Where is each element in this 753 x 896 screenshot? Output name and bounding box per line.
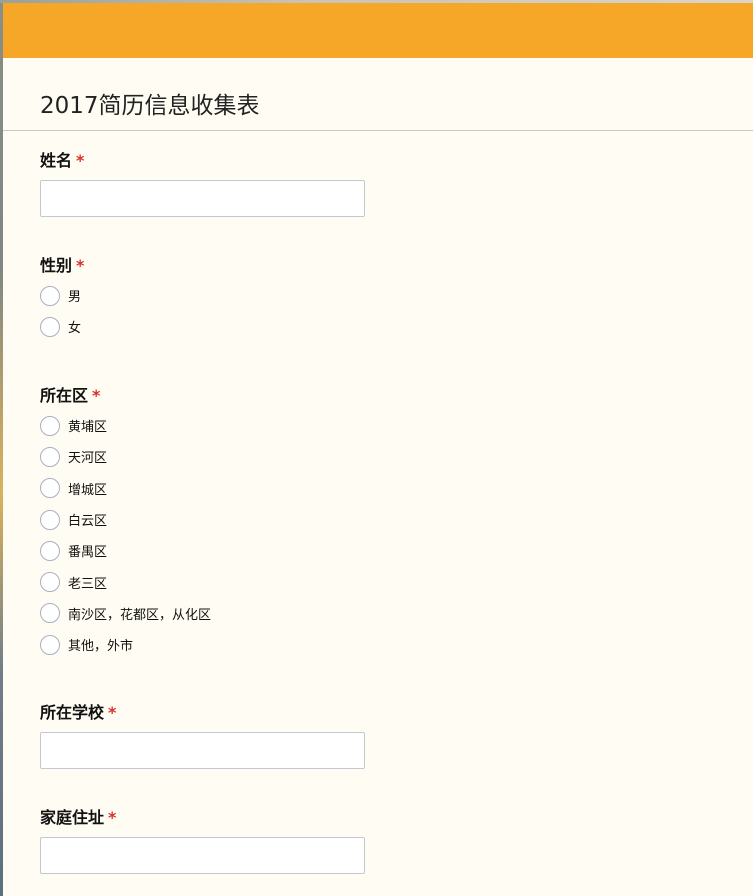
option-label: 南沙区，花都区，从化区	[68, 607, 212, 623]
radio-button[interactable]	[40, 478, 60, 499]
district-option-laosan[interactable]: 老三区	[40, 566, 211, 597]
form-title: 2017简历信息收集表	[40, 93, 260, 119]
form-header-bar	[3, 3, 753, 58]
option-label: 黄埔区	[68, 420, 108, 436]
radio-button[interactable]	[40, 446, 60, 467]
question-gender: 性别 * 男 女	[40, 256, 84, 343]
district-option-panyu[interactable]: 番禺区	[40, 535, 211, 566]
district-option-nansha-huadu-conghua[interactable]: 南沙区，花都区，从化区	[40, 598, 211, 629]
radio-button[interactable]	[40, 509, 60, 530]
question-school: 所在学校 *	[40, 703, 365, 769]
radio-button[interactable]	[40, 572, 60, 593]
option-label: 天河区	[68, 451, 108, 467]
school-input[interactable]	[40, 732, 365, 769]
district-option-tianhe[interactable]: 天河区	[40, 441, 211, 472]
question-district-text: 所在区	[40, 386, 89, 405]
option-label: 老三区	[68, 576, 108, 592]
form-card: 2017简历信息收集表 姓名 * 性别 * 男 女 所在区 * 黄埔区 天河区 …	[3, 3, 753, 896]
address-input[interactable]	[40, 837, 365, 874]
required-marker: *	[92, 386, 101, 405]
question-address-text: 家庭住址	[40, 808, 105, 827]
question-name-text: 姓名	[40, 151, 73, 170]
gender-option-male[interactable]: 男	[40, 280, 84, 311]
option-label: 增城区	[68, 482, 108, 498]
option-label: 女	[68, 321, 82, 337]
district-option-huangpu[interactable]: 黄埔区	[40, 410, 211, 441]
question-school-text: 所在学校	[40, 703, 105, 722]
question-district: 所在区 * 黄埔区 天河区 增城区 白云区 番禺区 老三区 南沙区，花都区，从化…	[40, 386, 211, 660]
required-marker: *	[76, 151, 85, 170]
option-label: 白云区	[68, 514, 108, 530]
required-marker: *	[76, 256, 85, 275]
district-option-zengcheng[interactable]: 增城区	[40, 473, 211, 504]
required-marker: *	[108, 703, 117, 722]
option-label: 男	[68, 290, 82, 306]
question-gender-label: 性别 *	[40, 256, 84, 276]
option-label: 番禺区	[68, 545, 108, 561]
question-name-label: 姓名 *	[40, 151, 365, 171]
district-options: 黄埔区 天河区 增城区 白云区 番禺区 老三区 南沙区，花都区，从化区 其他，外…	[40, 410, 211, 660]
question-address: 家庭住址 *	[40, 808, 365, 874]
option-label: 其他，外市	[68, 639, 134, 655]
district-option-baiyun[interactable]: 白云区	[40, 504, 211, 535]
question-gender-text: 性别	[40, 256, 73, 275]
radio-button[interactable]	[40, 540, 60, 561]
gender-option-female[interactable]: 女	[40, 311, 84, 342]
question-school-label: 所在学校 *	[40, 703, 365, 723]
question-name: 姓名 *	[40, 151, 365, 217]
question-address-label: 家庭住址 *	[40, 808, 365, 828]
district-option-other[interactable]: 其他，外市	[40, 629, 211, 660]
required-marker: *	[108, 808, 117, 827]
gender-options: 男 女	[40, 280, 84, 343]
form-title-area: 2017简历信息收集表	[3, 58, 753, 131]
radio-button[interactable]	[40, 316, 60, 337]
radio-button[interactable]	[40, 285, 60, 306]
question-district-label: 所在区 *	[40, 386, 211, 406]
name-input[interactable]	[40, 180, 365, 217]
radio-button[interactable]	[40, 415, 60, 436]
radio-button[interactable]	[40, 603, 60, 624]
radio-button[interactable]	[40, 634, 60, 655]
